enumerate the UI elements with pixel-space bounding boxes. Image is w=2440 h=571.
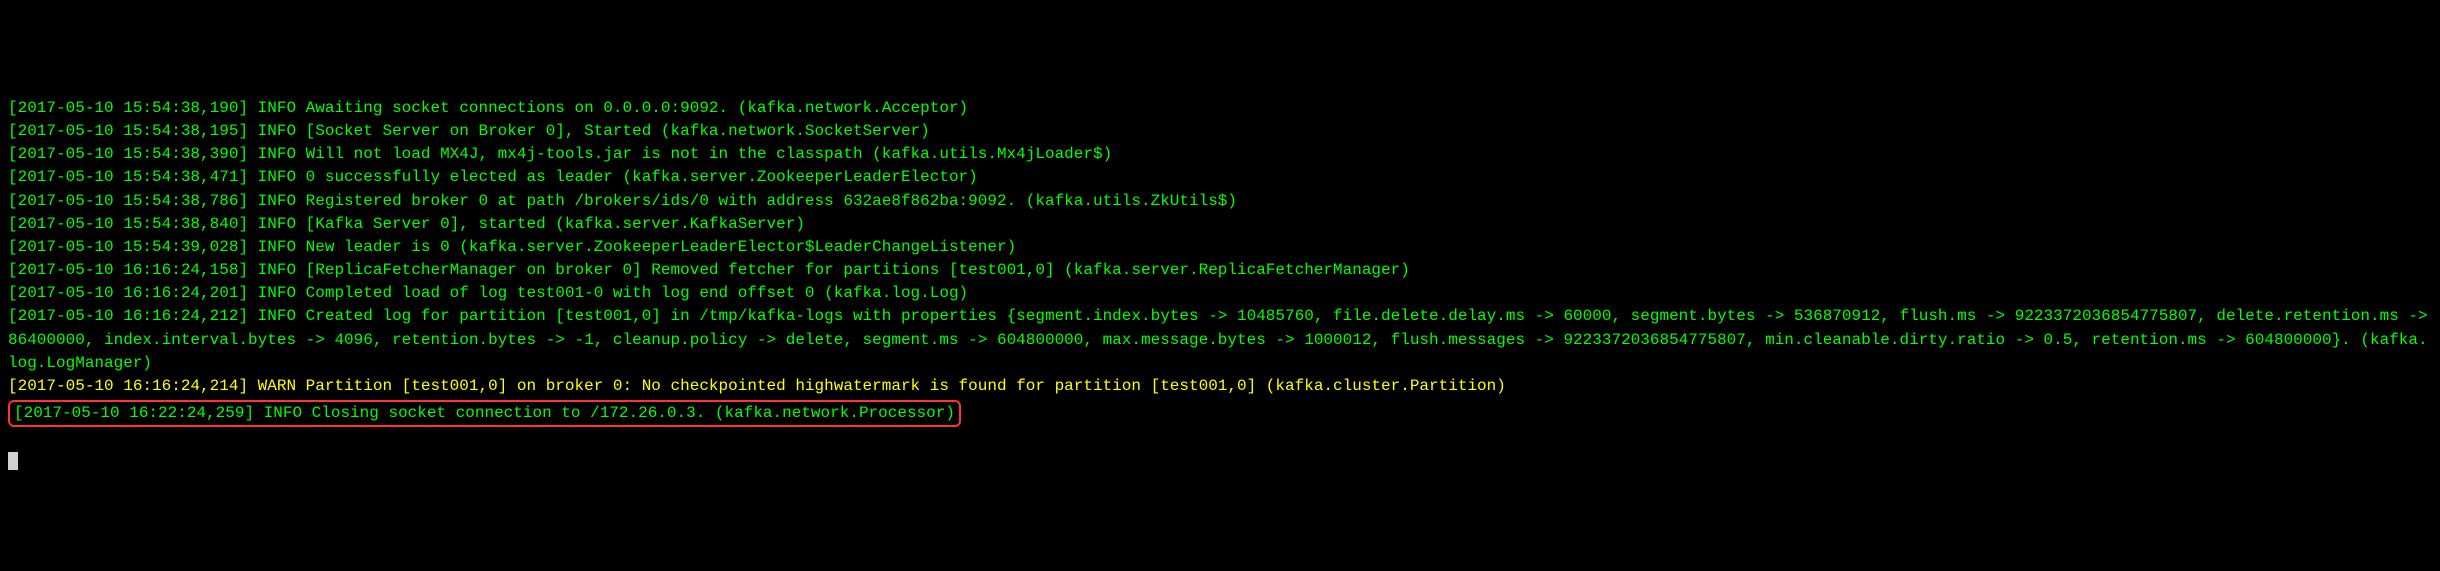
log-line: [2017-05-10 15:54:38,390] INFO Will not …	[8, 143, 2432, 166]
log-line: [2017-05-10 16:16:24,201] INFO Completed…	[8, 282, 2432, 305]
log-line: [2017-05-10 15:54:38,840] INFO [Kafka Se…	[8, 213, 2432, 236]
log-line: [2017-05-10 16:16:24,214] WARN Partition…	[8, 375, 2432, 398]
log-line: [2017-05-10 16:16:24,212] INFO Created l…	[8, 305, 2432, 375]
log-output: [2017-05-10 15:54:38,190] INFO Awaiting …	[8, 97, 2432, 428]
log-line: [2017-05-10 15:54:39,028] INFO New leade…	[8, 236, 2432, 259]
log-line: [2017-05-10 16:16:24,158] INFO [ReplicaF…	[8, 259, 2432, 282]
log-line: [2017-05-10 15:54:38,471] INFO 0 success…	[8, 166, 2432, 189]
log-line: [2017-05-10 15:54:38,195] INFO [Socket S…	[8, 120, 2432, 143]
highlighted-log-line: [2017-05-10 16:22:24,259] INFO Closing s…	[8, 400, 961, 427]
terminal-cursor	[8, 452, 18, 470]
log-line: [2017-05-10 16:22:24,259] INFO Closing s…	[8, 398, 2432, 427]
log-line: [2017-05-10 15:54:38,786] INFO Registere…	[8, 190, 2432, 213]
log-line: [2017-05-10 15:54:38,190] INFO Awaiting …	[8, 97, 2432, 120]
